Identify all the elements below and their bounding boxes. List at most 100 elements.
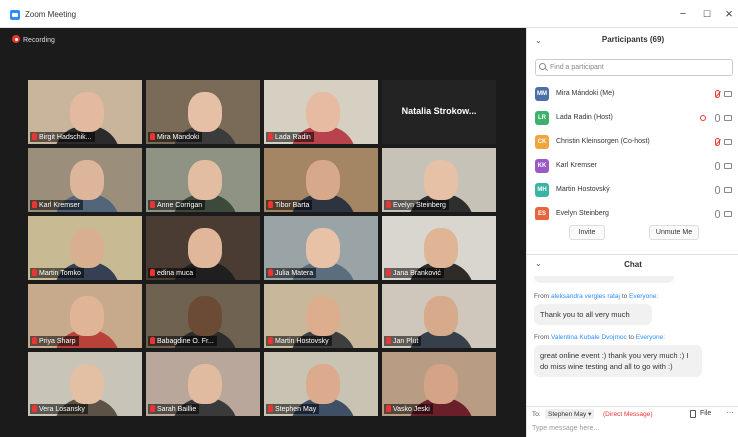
video-camera-icon[interactable] bbox=[724, 163, 732, 169]
participant-face bbox=[70, 296, 104, 336]
video-tile[interactable]: Tibor Barta bbox=[264, 148, 378, 212]
video-camera-icon[interactable] bbox=[724, 139, 732, 145]
participant-face bbox=[188, 228, 222, 268]
participant-name: Martin Hostovský bbox=[556, 186, 610, 193]
chat-messages: From aleksandra vergles rataj to Everyon… bbox=[527, 276, 738, 396]
participant-row[interactable]: LR Lada Radin (Host) bbox=[527, 107, 738, 131]
video-tile[interactable]: Anne Corrigan bbox=[146, 148, 260, 212]
participant-name: Christin Kleinsorgen (Co-host) bbox=[556, 138, 650, 145]
mic-icon[interactable] bbox=[715, 162, 720, 170]
participant-face bbox=[70, 364, 104, 404]
video-tile[interactable]: Natalia Strokow... bbox=[382, 80, 496, 144]
close-button[interactable]: × bbox=[719, 6, 738, 22]
participant-name-label: Martin Tomko bbox=[30, 268, 84, 278]
video-tile[interactable]: Jana Branković bbox=[382, 216, 496, 280]
muted-mic-icon bbox=[150, 405, 155, 412]
unmute-me-button[interactable]: Unmute Me bbox=[649, 225, 699, 240]
muted-mic-icon bbox=[386, 201, 391, 208]
muted-mic-icon bbox=[32, 405, 37, 412]
recipient-dropdown[interactable]: Stephen May ▾ bbox=[545, 409, 595, 419]
participant-row[interactable]: KK Karl Kremser bbox=[527, 155, 738, 179]
video-tile[interactable]: edina muca bbox=[146, 216, 260, 280]
video-tile[interactable]: Martin Tomko bbox=[28, 216, 142, 280]
participant-name-label: edina muca bbox=[148, 268, 197, 278]
file-icon[interactable] bbox=[690, 410, 696, 418]
participant-face bbox=[424, 228, 458, 268]
participant-name: Martin Tomko bbox=[39, 270, 81, 277]
direct-message-label: (Direct Message) bbox=[603, 411, 653, 418]
video-tile[interactable]: Stephen May bbox=[264, 352, 378, 416]
video-tile[interactable]: Birgit Hadschik... bbox=[28, 80, 142, 144]
participant-name: Mira Mandoki bbox=[157, 134, 200, 141]
video-tile[interactable]: Karl Kremser bbox=[28, 148, 142, 212]
participant-row[interactable]: MH Martin Hostovský bbox=[527, 179, 738, 203]
mic-icon[interactable] bbox=[715, 186, 720, 194]
video-tile[interactable]: Evelyn Steinberg bbox=[382, 148, 496, 212]
minimize-button[interactable]: − bbox=[673, 6, 693, 22]
invite-button[interactable]: Invite bbox=[569, 225, 605, 240]
chat-sender-line: From aleksandra vergles rataj to Everyon… bbox=[534, 293, 659, 300]
more-options-button[interactable]: ··· bbox=[726, 408, 734, 417]
participant-name: Julia Matera bbox=[275, 270, 314, 277]
participant-name: Vera Losansky bbox=[39, 406, 85, 413]
video-tile[interactable]: Mira Mandoki bbox=[146, 80, 260, 144]
zoom-logo-icon bbox=[10, 10, 20, 20]
participant-name-label: Sarah Baillie bbox=[148, 404, 200, 414]
maximize-button[interactable]: ☐ bbox=[697, 6, 717, 22]
participant-face bbox=[188, 92, 222, 132]
chat-bubble-partial bbox=[534, 276, 674, 283]
participant-name: Karl Kremser bbox=[39, 202, 80, 209]
muted-mic-icon bbox=[32, 269, 37, 276]
chat-message-input[interactable]: Type message here... bbox=[532, 425, 599, 432]
window-title: Zoom Meeting bbox=[25, 10, 77, 19]
muted-mic-icon bbox=[268, 337, 273, 344]
video-tile[interactable]: Sarah Baillie bbox=[146, 352, 260, 416]
video-tile[interactable]: Vera Losansky bbox=[28, 352, 142, 416]
participant-name-label: Priya Sharp bbox=[30, 336, 79, 346]
participant-name: Lada Radin (Host) bbox=[556, 114, 613, 121]
participant-name-label: Anne Corrigan bbox=[148, 200, 206, 210]
recording-indicator[interactable]: Recording bbox=[12, 35, 55, 44]
muted-mic-icon[interactable] bbox=[715, 138, 720, 146]
video-tile[interactable]: Priya Sharp bbox=[28, 284, 142, 348]
video-tile[interactable]: Martin Hostovsky bbox=[264, 284, 378, 348]
avatar: LR bbox=[535, 111, 549, 125]
video-tile[interactable]: Lada Radin bbox=[264, 80, 378, 144]
muted-mic-icon bbox=[268, 133, 273, 140]
participant-face bbox=[188, 296, 222, 336]
participant-face bbox=[424, 296, 458, 336]
mic-icon[interactable] bbox=[715, 114, 720, 122]
participant-search-input[interactable]: Find a participant bbox=[535, 59, 733, 76]
participants-title: Participants (69) bbox=[601, 35, 665, 44]
video-camera-icon[interactable] bbox=[724, 211, 732, 217]
participant-row[interactable]: ES Evelyn Steinberg bbox=[527, 203, 738, 220]
muted-mic-icon[interactable] bbox=[715, 90, 720, 98]
participant-face bbox=[188, 364, 222, 404]
participant-row[interactable]: CK Christin Kleinsorgen (Co-host) bbox=[527, 131, 738, 155]
participants-header: ⌄ Participants (69) bbox=[527, 28, 738, 52]
file-button[interactable]: File bbox=[700, 410, 711, 417]
participant-name-label: Jana Branković bbox=[384, 268, 444, 278]
video-camera-icon[interactable] bbox=[724, 115, 732, 121]
participant-name-label: Mira Mandoki bbox=[148, 132, 203, 142]
mic-icon[interactable] bbox=[715, 210, 720, 218]
video-tile[interactable]: Vasko Jeski bbox=[382, 352, 496, 416]
participant-face bbox=[188, 160, 222, 200]
video-tile[interactable]: Julia Matera bbox=[264, 216, 378, 280]
participant-list: MM Mira Mándoki (Me) LR Lada Radin (Host) CK… bbox=[527, 83, 738, 220]
muted-mic-icon bbox=[386, 337, 391, 344]
participant-row[interactable]: MM Mira Mándoki (Me) bbox=[527, 83, 738, 107]
participant-face bbox=[306, 296, 340, 336]
muted-mic-icon bbox=[150, 201, 155, 208]
participant-name: Priya Sharp bbox=[39, 338, 76, 345]
video-tile[interactable]: Jan Plut bbox=[382, 284, 496, 348]
video-camera-icon[interactable] bbox=[724, 187, 732, 193]
participant-face bbox=[306, 160, 340, 200]
video-camera-icon[interactable] bbox=[724, 91, 732, 97]
participant-name-label: Babagdine O. Fr... bbox=[148, 336, 217, 346]
participant-face bbox=[306, 364, 340, 404]
chat-header: ⌄ Chat bbox=[527, 254, 738, 274]
search-icon bbox=[539, 63, 546, 70]
participant-name: Mira Mándoki (Me) bbox=[556, 90, 615, 97]
video-tile[interactable]: Babagdine O. Fr... bbox=[146, 284, 260, 348]
